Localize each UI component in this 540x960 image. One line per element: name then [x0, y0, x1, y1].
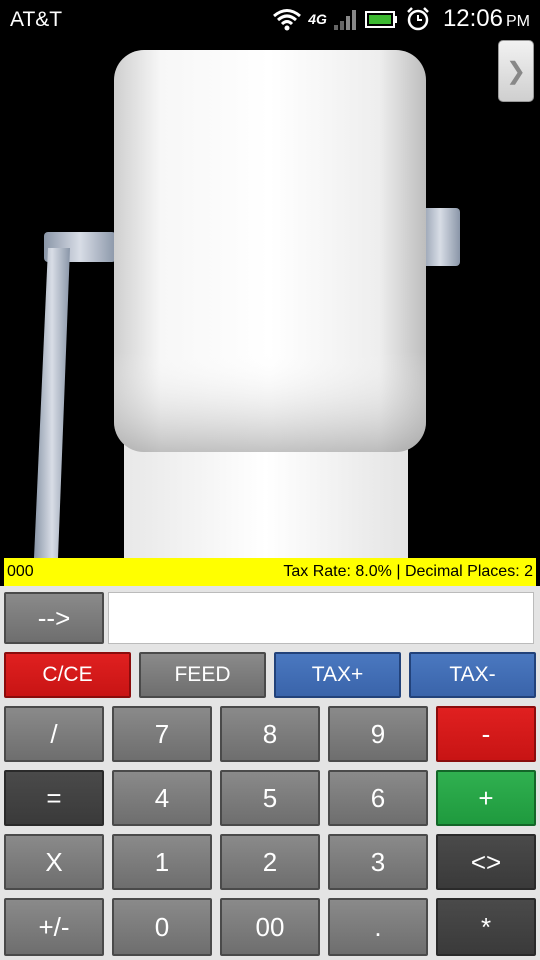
- clear-button[interactable]: C/CE: [4, 652, 131, 698]
- enter-arrow-button[interactable]: -->: [4, 592, 104, 644]
- tax-plus-button[interactable]: TAX+: [274, 652, 401, 698]
- paper-roll-area: ❯: [0, 38, 540, 558]
- alarm-icon: [407, 7, 429, 31]
- times-button[interactable]: X: [4, 834, 104, 890]
- double-zero-button[interactable]: 00: [220, 898, 320, 956]
- signal-icon: [333, 10, 356, 30]
- entry-display-field[interactable]: [108, 592, 534, 644]
- network-type-label: 4G: [308, 11, 327, 27]
- expand-panel-button[interactable]: ❯: [498, 40, 534, 102]
- clock-ampm: PM: [506, 13, 530, 30]
- paper-roll-illustration: [34, 50, 460, 558]
- negate-button[interactable]: +/-: [4, 898, 104, 956]
- swap-button[interactable]: <>: [436, 834, 536, 890]
- digit-1-button[interactable]: 1: [112, 834, 212, 890]
- minus-button[interactable]: -: [436, 706, 536, 762]
- equals-button[interactable]: =: [4, 770, 104, 826]
- digit-7-button[interactable]: 7: [112, 706, 212, 762]
- digit-5-button[interactable]: 5: [220, 770, 320, 826]
- digit-9-button[interactable]: 9: [328, 706, 428, 762]
- battery-icon: [364, 11, 397, 28]
- digit-6-button[interactable]: 6: [328, 770, 428, 826]
- tax-rate-value: 8.0%: [355, 563, 392, 580]
- tax-minus-button[interactable]: TAX-: [409, 652, 536, 698]
- status-icons: 4G 12:06 PM: [272, 4, 530, 34]
- feed-button[interactable]: FEED: [139, 652, 266, 698]
- keypad-area: --> C/CE FEED TAX+ TAX- / 7 8 9 - = 4 5 …: [0, 586, 540, 960]
- decimal-places-value: 2: [524, 563, 533, 580]
- digit-4-button[interactable]: 4: [112, 770, 212, 826]
- status-bar: AT&T 4G 12:06 PM: [0, 0, 540, 38]
- info-separator: |: [396, 563, 401, 580]
- settings-summary: Tax Rate: 8.0% | Decimal Places: 2: [283, 563, 533, 581]
- digit-8-button[interactable]: 8: [220, 706, 320, 762]
- divide-button[interactable]: /: [4, 706, 104, 762]
- wifi-icon: [273, 9, 302, 31]
- tax-rate-label: Tax Rate:: [283, 563, 351, 580]
- decimal-point-button[interactable]: .: [328, 898, 428, 956]
- decimal-places-label: Decimal Places:: [404, 563, 520, 580]
- digit-2-button[interactable]: 2: [220, 834, 320, 890]
- clock-time: 12:06: [442, 5, 503, 32]
- chevron-right-icon: ❯: [505, 57, 527, 85]
- clock: 12:06 PM: [443, 5, 530, 33]
- digit-3-button[interactable]: 3: [328, 834, 428, 890]
- info-bar: 000 Tax Rate: 8.0% | Decimal Places: 2: [4, 558, 536, 586]
- star-button[interactable]: *: [436, 898, 536, 956]
- carrier-label: AT&T: [10, 8, 63, 31]
- plus-button[interactable]: +: [436, 770, 536, 826]
- digit-0-button[interactable]: 0: [112, 898, 212, 956]
- tape-value: 000: [7, 563, 34, 580]
